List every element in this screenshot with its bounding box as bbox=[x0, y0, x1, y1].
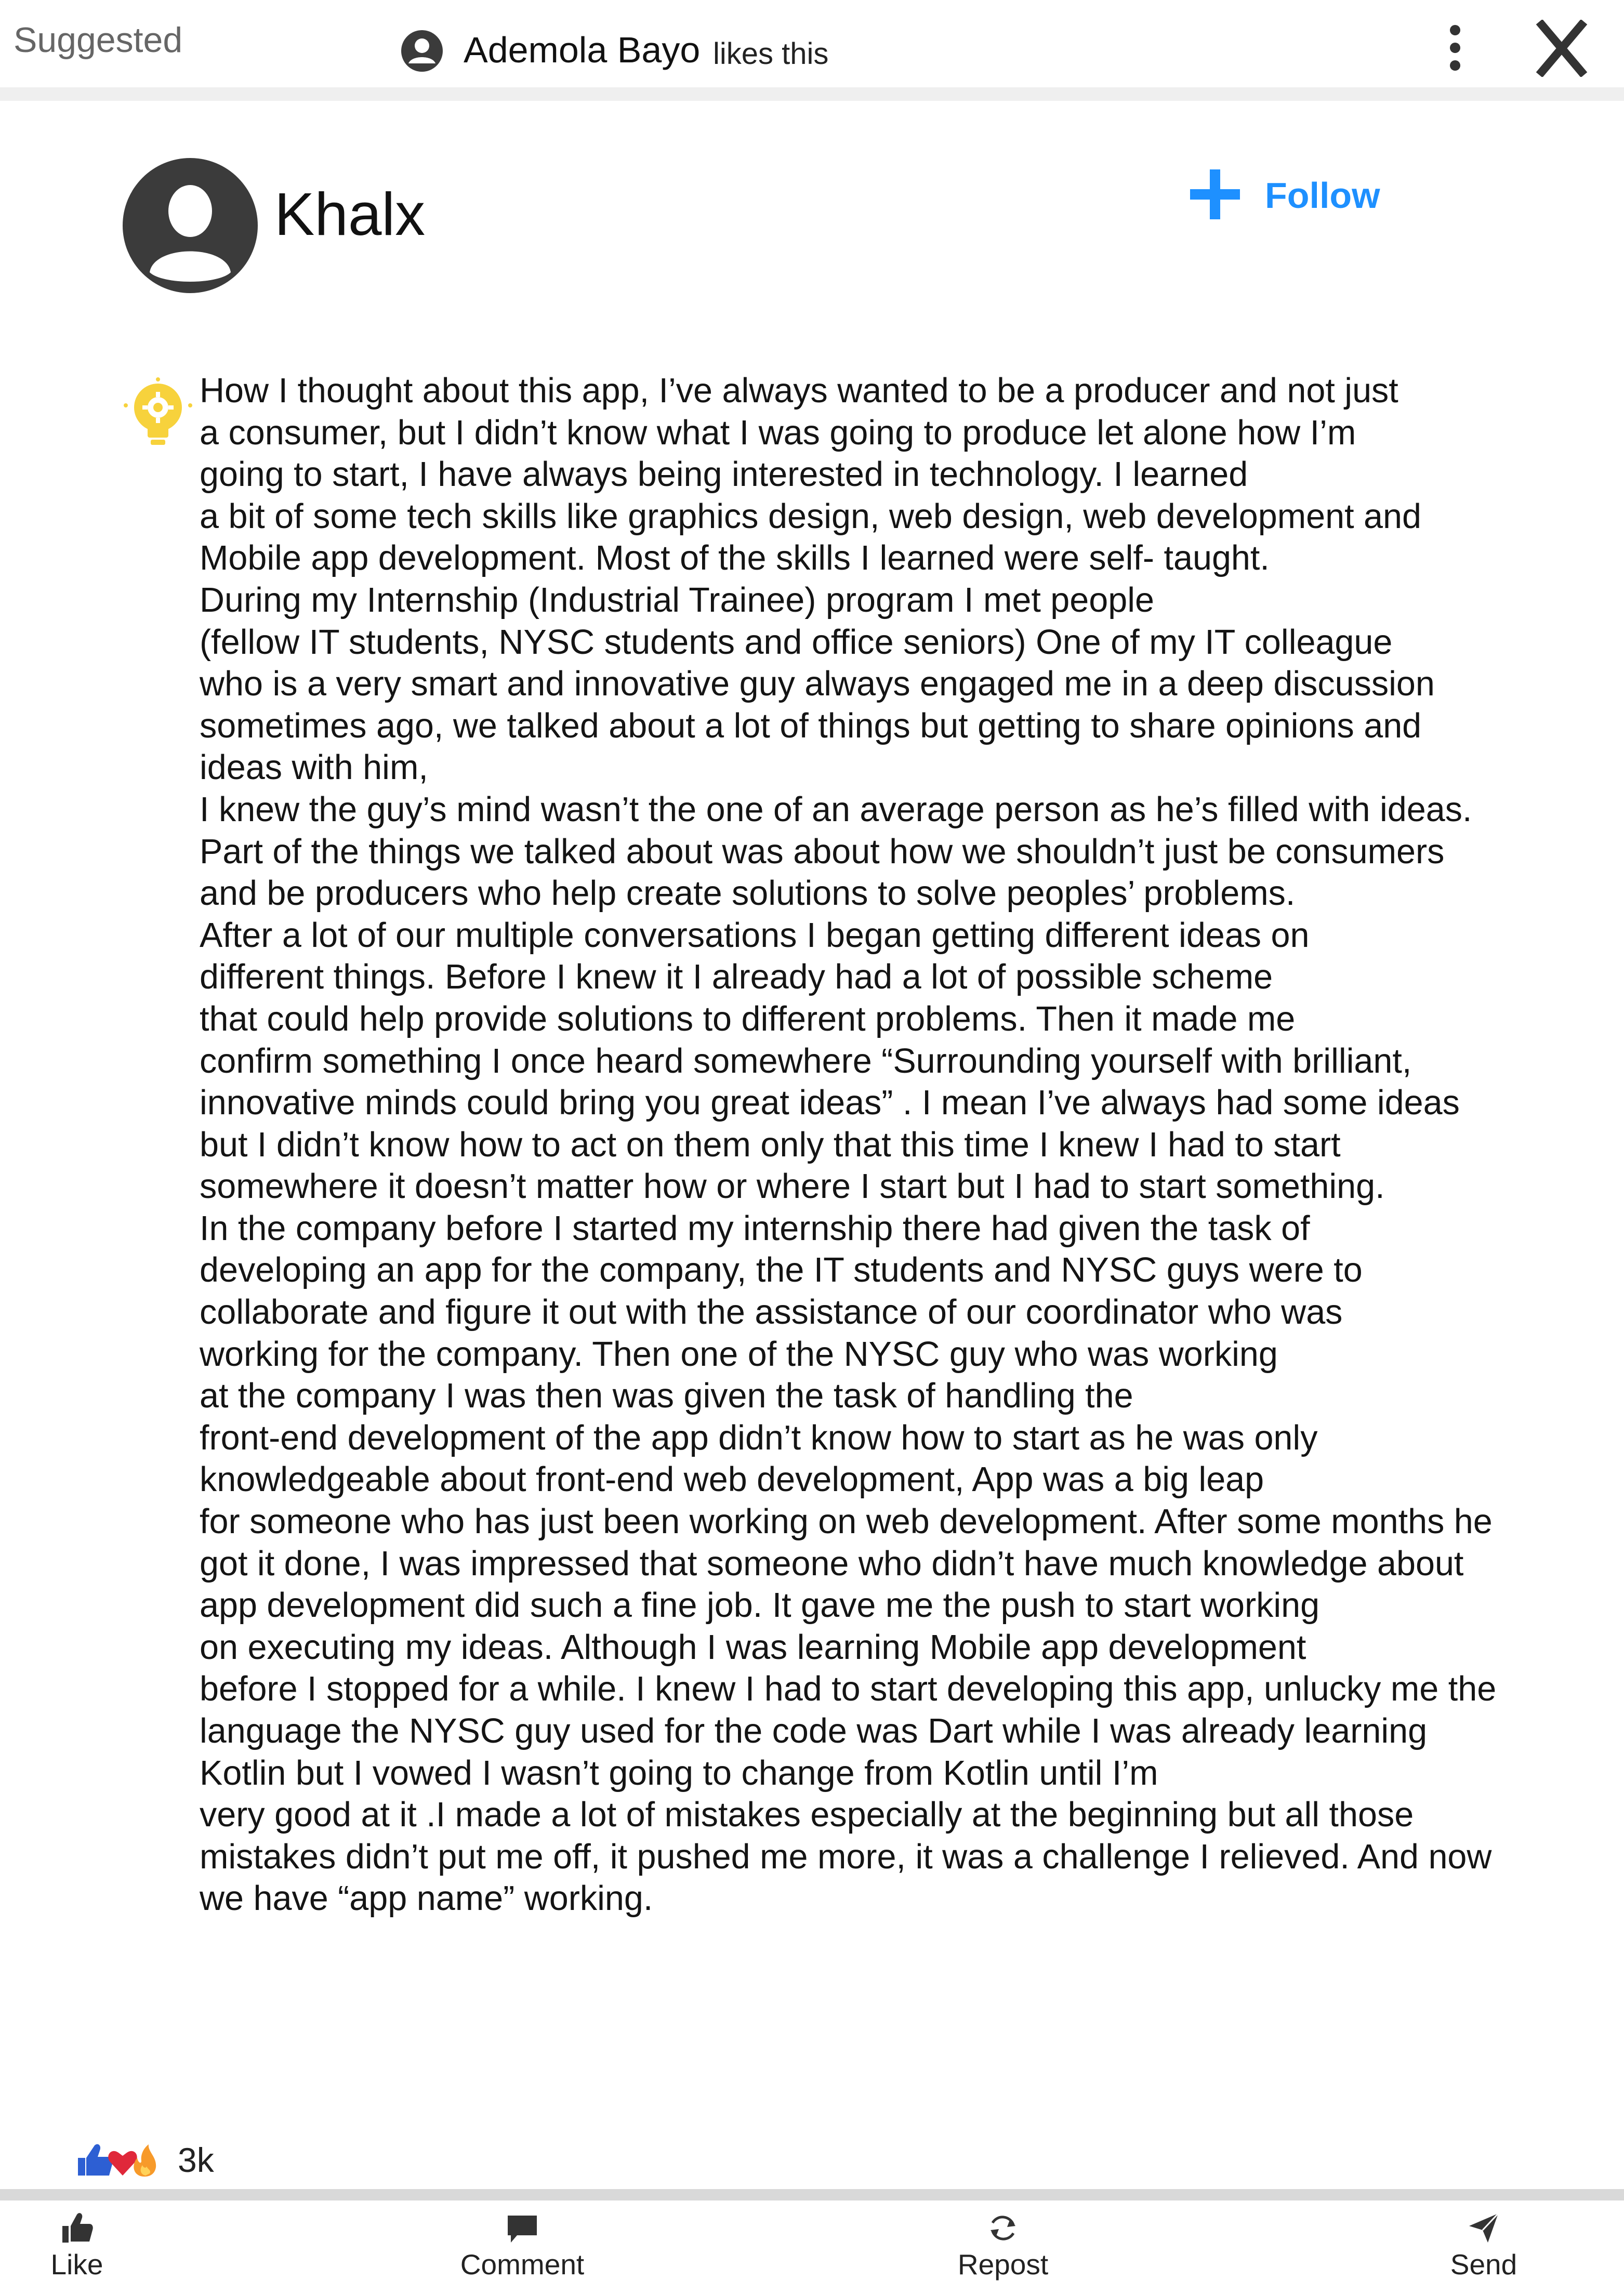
reaction-count[interactable]: 3k bbox=[178, 2140, 214, 2180]
post-line: a bit of some tech skills like graphics … bbox=[200, 497, 1421, 536]
heart-icon bbox=[108, 2151, 137, 2176]
post-line: that could help provide solutions to dif… bbox=[200, 999, 1296, 1038]
post-line: (fellow IT students, NYSC students and o… bbox=[200, 623, 1393, 662]
reaction-icons[interactable] bbox=[77, 2140, 160, 2179]
post-line: During my Internship (Industrial Trainee… bbox=[200, 581, 1154, 620]
post-line: After a lot of our multiple conversation… bbox=[200, 916, 1310, 955]
post-line: knowledgeable about front-end web develo… bbox=[200, 1460, 1264, 1499]
liker-avatar-icon[interactable] bbox=[400, 29, 444, 73]
liker-action-text: likes this bbox=[713, 37, 829, 71]
repost-icon bbox=[991, 2216, 1015, 2241]
post-line: front-end development of the app didn’t … bbox=[200, 1418, 1318, 1457]
repost-label: Repost bbox=[957, 2248, 1049, 2281]
like-button[interactable]: Like bbox=[41, 2211, 113, 2289]
fire-icon bbox=[134, 2144, 156, 2177]
follow-button[interactable]: Follow bbox=[1190, 165, 1388, 222]
post-line: collaborate and figure it out with the a… bbox=[200, 1293, 1343, 1332]
post-line: but I didn’t know how to act on them onl… bbox=[200, 1125, 1341, 1164]
post-line: innovative minds could bring you great i… bbox=[200, 1084, 1460, 1123]
post-line: In the company before I started my inter… bbox=[200, 1209, 1310, 1248]
post-line: on executing my ideas. Although I was le… bbox=[200, 1628, 1306, 1667]
lightbulb-gear-icon bbox=[124, 377, 192, 445]
suggested-label: Suggested bbox=[14, 20, 183, 60]
post-line: different things. Before I knew it I alr… bbox=[200, 958, 1273, 997]
thumbs-up-icon bbox=[78, 2144, 113, 2176]
thumbs-up-icon bbox=[62, 2213, 93, 2243]
post-line: Mobile app development. Most of the skil… bbox=[200, 539, 1270, 578]
post-line: working for the company. Then one of the… bbox=[200, 1335, 1278, 1374]
post-line: developing an app for the company, the I… bbox=[200, 1251, 1363, 1290]
send-icon bbox=[1469, 2212, 1499, 2243]
post-line: sometimes ago, we talked about a lot of … bbox=[200, 706, 1422, 745]
post-line: and be producers who help create solutio… bbox=[200, 874, 1296, 913]
close-icon[interactable] bbox=[1536, 20, 1588, 77]
post-line: confirm something I once heard somewhere… bbox=[200, 1042, 1412, 1080]
comment-icon bbox=[508, 2216, 537, 2243]
post-line: we have “app name” working. bbox=[200, 1879, 653, 1918]
post-line: at the company I was then was given the … bbox=[200, 1377, 1133, 1416]
follow-label: Follow bbox=[1265, 175, 1380, 216]
post-line: mistakes didn’t put me off, it pushed me… bbox=[200, 1837, 1492, 1876]
post-line: language the NYSC guy used for the code … bbox=[200, 1712, 1428, 1750]
comment-button[interactable]: Comment bbox=[452, 2211, 592, 2289]
liker-name[interactable]: Ademola Bayo bbox=[464, 29, 700, 71]
post-body-text: How I thought about this app, I’ve alway… bbox=[200, 370, 1618, 1920]
post-line: very good at it .I made a lot of mistake… bbox=[200, 1796, 1414, 1835]
plus-icon bbox=[1190, 169, 1240, 219]
send-label: Send bbox=[1450, 2248, 1517, 2281]
like-label: Like bbox=[50, 2248, 103, 2281]
post-line: Kotlin but I vowed I wasn’t going to cha… bbox=[200, 1754, 1158, 1793]
post-line: before I stopped for a while. I knew I h… bbox=[200, 1670, 1497, 1709]
author-avatar-icon[interactable] bbox=[122, 157, 259, 294]
post-line: who is a very smart and innovative guy a… bbox=[200, 665, 1435, 704]
comment-label: Comment bbox=[460, 2248, 585, 2281]
post-line: Part of the things we talked about was a… bbox=[200, 832, 1445, 871]
author-name[interactable]: Khalx bbox=[274, 179, 425, 249]
top-bar: Suggested Ademola Bayo likes this bbox=[0, 0, 1624, 87]
post-line: for someone who has just been working on… bbox=[200, 1503, 1493, 1541]
post-line: app development did such a fine job. It … bbox=[200, 1586, 1320, 1625]
top-divider bbox=[0, 87, 1624, 101]
repost-button[interactable]: Repost bbox=[946, 2211, 1060, 2289]
post-line: going to start, I have always being inte… bbox=[200, 455, 1248, 494]
post-line: a consumer, but I didn’t know what I was… bbox=[200, 413, 1356, 452]
send-button[interactable]: Send bbox=[1445, 2211, 1523, 2289]
post-line: got it done, I was impressed that someon… bbox=[200, 1544, 1464, 1583]
post-line: ideas with him, bbox=[200, 748, 428, 787]
post-line: somewhere it doesn’t matter how or where… bbox=[200, 1167, 1385, 1206]
more-vertical-icon[interactable] bbox=[1440, 22, 1471, 74]
post-line: I knew the guy’s mind wasn’t the one of … bbox=[200, 790, 1472, 829]
post-line: How I thought about this app, I’ve alway… bbox=[200, 372, 1398, 410]
bottom-divider bbox=[0, 2189, 1624, 2200]
